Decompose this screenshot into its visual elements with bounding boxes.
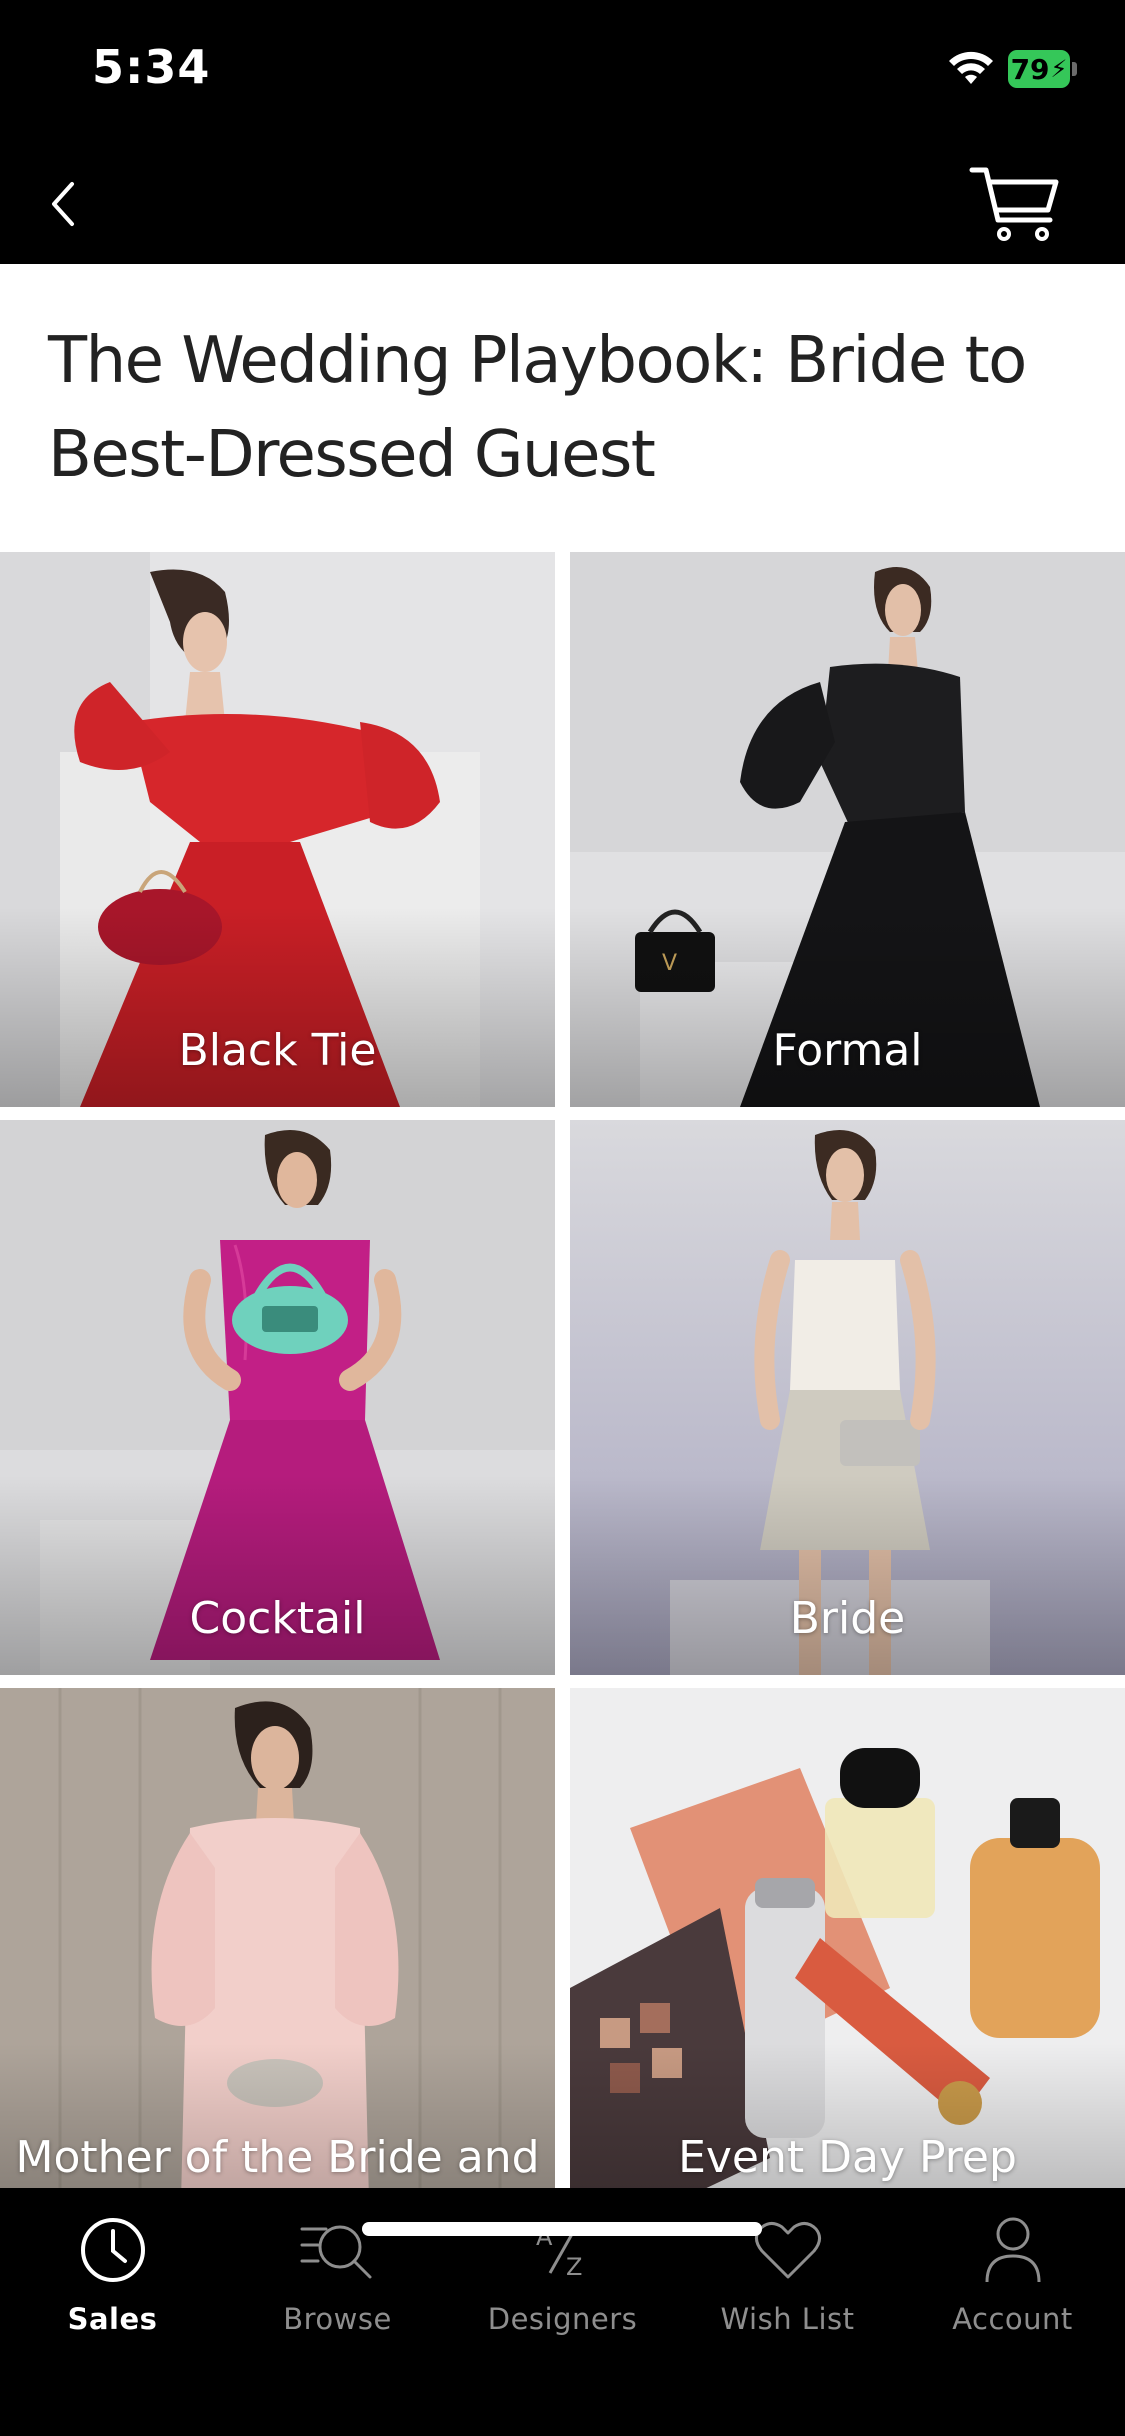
category-label: Black Tie [178, 1025, 377, 1076]
category-tile-black-tie[interactable]: Black Tie [0, 552, 555, 1107]
person-icon [973, 2210, 1053, 2290]
category-tile-bride[interactable]: Bride [570, 1120, 1125, 1675]
heart-icon [748, 2210, 828, 2290]
tab-label: Account [952, 2302, 1073, 2336]
tab-label: Sales [67, 2302, 158, 2336]
tab-wish-list[interactable]: Wish List [675, 2188, 900, 2368]
battery-nub [1072, 62, 1077, 76]
category-label: Formal [772, 1025, 923, 1076]
status-time: 5:34 [92, 40, 211, 94]
page-header: The Wedding Playbook: Bride to Best-Dres… [0, 264, 1125, 552]
battery-level-text: 79 [1010, 52, 1050, 86]
nav-bar [0, 140, 1125, 264]
category-tile-event-day-prep[interactable]: Event Day Prep [570, 1688, 1125, 2188]
status-bar: 5:34 79 ⚡ [0, 0, 1125, 140]
category-grid: Black Tie V Formal [0, 552, 1125, 2188]
category-tile-cocktail[interactable]: Cocktail [0, 1120, 555, 1675]
charging-bolt-icon: ⚡ [1050, 55, 1068, 83]
clock-icon [73, 2210, 153, 2290]
tab-label: Browse [283, 2302, 392, 2336]
cart-button[interactable] [964, 150, 1064, 250]
battery-level: 79 ⚡ [1008, 50, 1070, 88]
category-label: Event Day Prep [678, 2132, 1017, 2183]
chevron-left-icon [52, 182, 74, 226]
svg-text:Z: Z [566, 2253, 582, 2281]
tab-account[interactable]: Account [900, 2188, 1125, 2368]
battery-indicator: 79 ⚡ [1008, 50, 1078, 88]
category-label: Bride [789, 1593, 906, 1644]
tab-designers[interactable]: A Z Designers [450, 2188, 675, 2368]
tab-label: Designers [487, 2302, 638, 2336]
tab-sales[interactable]: Sales [0, 2188, 225, 2368]
tab-browse[interactable]: Browse [225, 2188, 450, 2368]
wifi-icon [949, 51, 993, 84]
home-indicator [362, 2222, 762, 2236]
back-button[interactable] [30, 164, 94, 244]
category-tile-mother-of-the-bride-and-groom[interactable]: Mother of the Bride and Groom [0, 1688, 555, 2188]
category-tile-formal[interactable]: V Formal [570, 552, 1125, 1107]
page-title: The Wedding Playbook: Bride to Best-Dres… [48, 324, 1027, 492]
shopping-cart-icon [969, 167, 1059, 241]
tab-label: Wish List [720, 2302, 855, 2336]
category-label: Mother of the Bride and Groom [15, 2132, 540, 2183]
category-label: Cocktail [189, 1593, 366, 1644]
